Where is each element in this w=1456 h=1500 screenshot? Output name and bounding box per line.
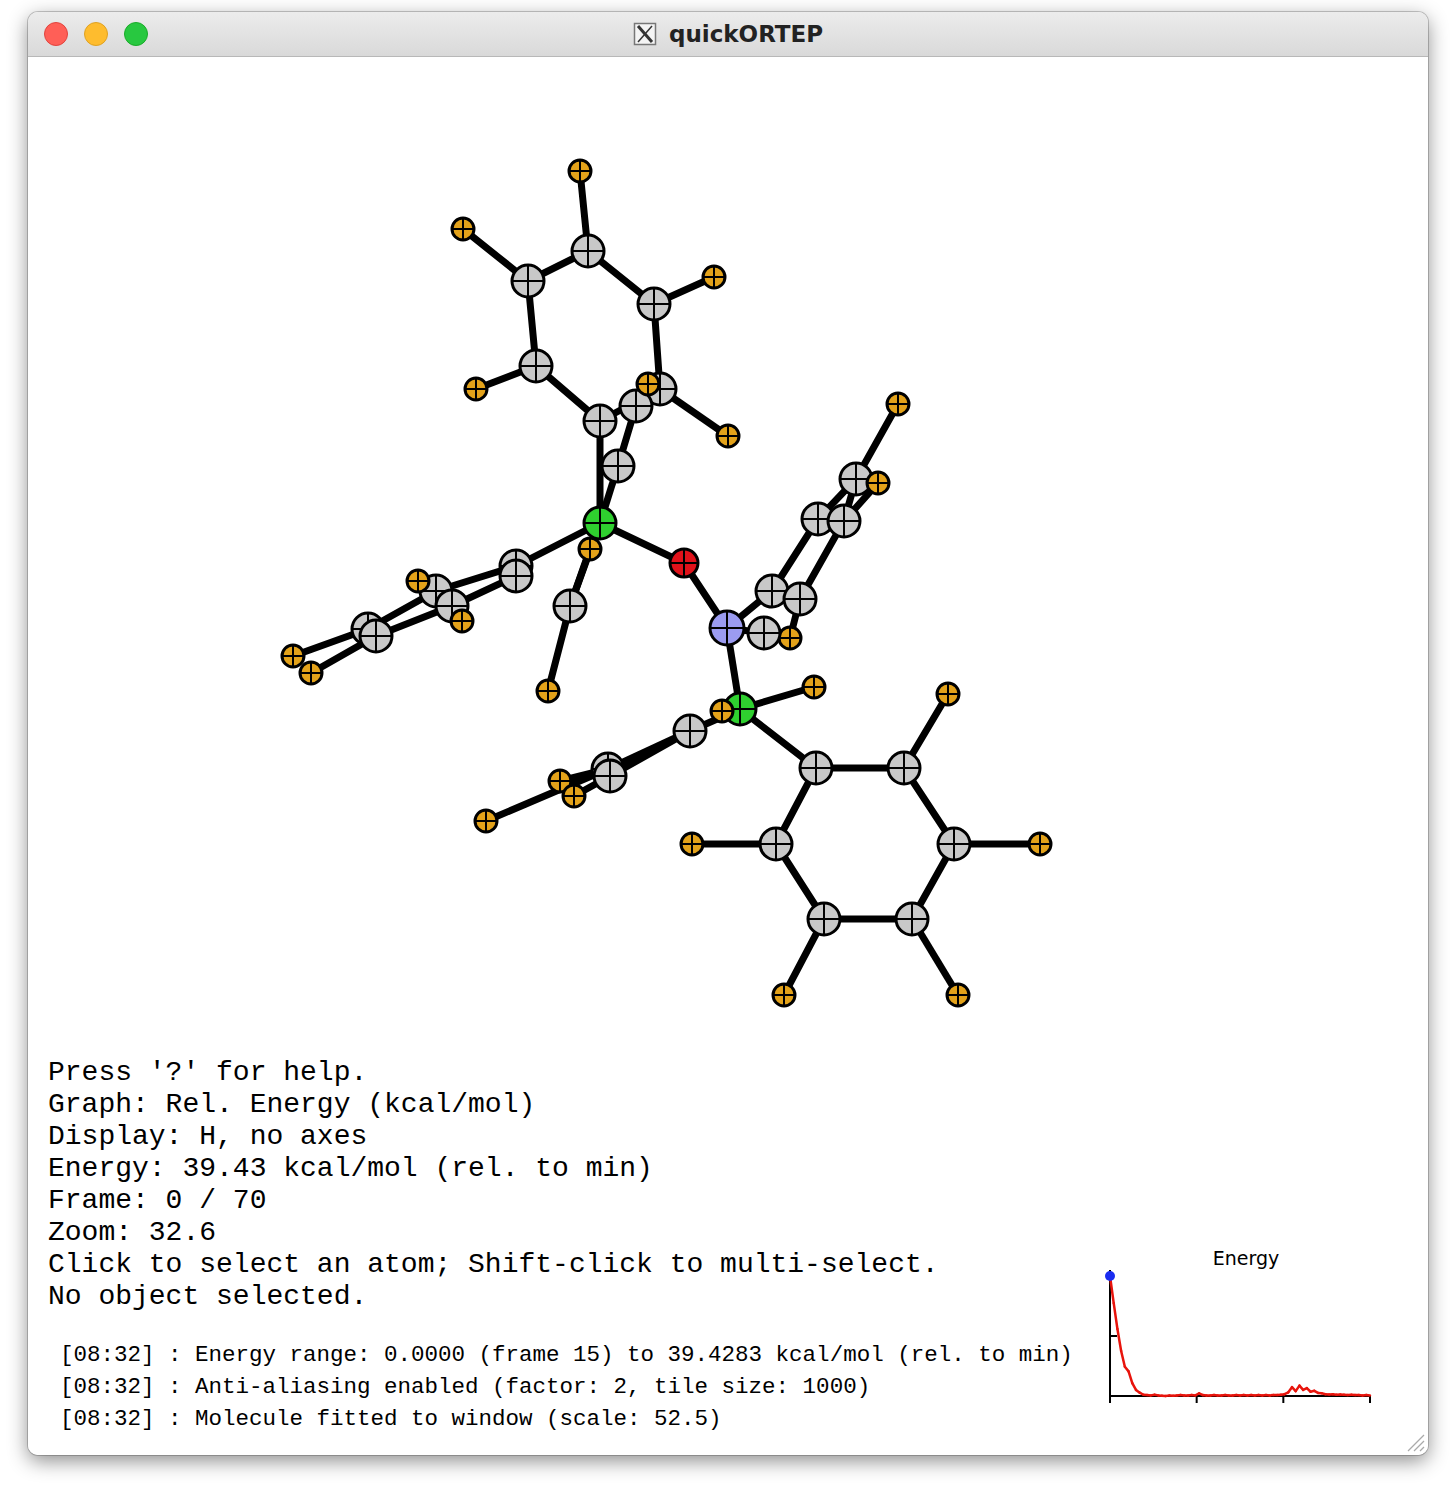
atom[interactable] bbox=[584, 507, 616, 539]
atom[interactable] bbox=[300, 662, 322, 684]
atom[interactable] bbox=[748, 617, 780, 649]
info-line: No object selected. bbox=[48, 1281, 1428, 1313]
graph-title: Energy bbox=[1213, 1247, 1280, 1269]
atom[interactable] bbox=[773, 984, 795, 1006]
window-controls bbox=[28, 22, 148, 46]
energy-segment bbox=[1366, 1394, 1370, 1397]
atom[interactable] bbox=[681, 833, 703, 855]
y-tick bbox=[1110, 1335, 1117, 1337]
atom[interactable] bbox=[637, 373, 659, 395]
energy-segment bbox=[1129, 1371, 1133, 1383]
atom[interactable] bbox=[674, 715, 706, 747]
log-line: [08:32] : Molecule fitted to window (sca… bbox=[60, 1403, 1428, 1435]
log-line: [08:32] : Anti-aliasing enabled (factor:… bbox=[60, 1371, 1428, 1403]
info-line: Zoom: 32.6 bbox=[48, 1217, 1428, 1249]
atom[interactable] bbox=[602, 450, 634, 482]
atom[interactable] bbox=[407, 570, 429, 592]
atom[interactable] bbox=[808, 903, 840, 935]
atom[interactable] bbox=[579, 538, 601, 560]
atom[interactable] bbox=[512, 265, 544, 297]
atom[interactable] bbox=[711, 700, 733, 722]
info-line: Graph: Rel. Energy (kcal/mol) bbox=[48, 1089, 1428, 1121]
atom[interactable] bbox=[452, 218, 474, 240]
atom[interactable] bbox=[584, 405, 616, 437]
bond bbox=[486, 769, 608, 821]
energy-segment bbox=[1117, 1329, 1121, 1351]
x-tick bbox=[1109, 1396, 1111, 1403]
atom[interactable] bbox=[520, 350, 552, 382]
close-button[interactable] bbox=[44, 22, 68, 46]
info-line: Energy: 39.43 kcal/mol (rel. to min) bbox=[48, 1153, 1428, 1185]
energy-segment bbox=[1114, 1303, 1118, 1329]
atom[interactable] bbox=[867, 472, 889, 494]
minimize-button[interactable] bbox=[84, 22, 108, 46]
atom[interactable] bbox=[888, 752, 920, 784]
atom[interactable] bbox=[638, 288, 670, 320]
desktop: quickORTEP Press '?' for help.Graph: Rel.… bbox=[0, 0, 1456, 1500]
atom[interactable] bbox=[703, 266, 725, 288]
x-tick bbox=[1369, 1396, 1371, 1403]
atom[interactable] bbox=[938, 828, 970, 860]
atom[interactable] bbox=[828, 505, 860, 537]
atom[interactable] bbox=[800, 752, 832, 784]
molecule-view[interactable] bbox=[28, 57, 1428, 1057]
resize-grip-icon[interactable] bbox=[1404, 1431, 1426, 1453]
x11-icon bbox=[633, 22, 657, 46]
title-bar[interactable]: quickORTEP bbox=[28, 12, 1428, 57]
atom[interactable] bbox=[710, 611, 744, 645]
atom[interactable] bbox=[569, 160, 591, 182]
atom[interactable] bbox=[937, 683, 959, 705]
energy-segment bbox=[1121, 1351, 1125, 1367]
atom[interactable] bbox=[784, 583, 816, 615]
atom[interactable] bbox=[717, 425, 739, 447]
atom[interactable] bbox=[947, 984, 969, 1006]
atom[interactable] bbox=[475, 810, 497, 832]
atom[interactable] bbox=[670, 549, 698, 577]
atom[interactable] bbox=[465, 378, 487, 400]
atom[interactable] bbox=[887, 393, 909, 415]
atom[interactable] bbox=[779, 627, 801, 649]
atom[interactable] bbox=[896, 903, 928, 935]
atom[interactable] bbox=[537, 680, 559, 702]
window-title: quickORTEP bbox=[28, 12, 1428, 56]
atom[interactable] bbox=[554, 590, 586, 622]
atom[interactable] bbox=[572, 235, 604, 267]
viewer-canvas[interactable]: Press '?' for help.Graph: Rel. Energy (k… bbox=[28, 57, 1428, 1455]
atom[interactable] bbox=[803, 676, 825, 698]
energy-graph[interactable]: Energy bbox=[1100, 1247, 1390, 1422]
log-panel: [08:32] : Energy range: 0.0000 (frame 15… bbox=[28, 1339, 1428, 1435]
atom[interactable] bbox=[1029, 833, 1051, 855]
atom[interactable] bbox=[360, 620, 392, 652]
atom[interactable] bbox=[563, 785, 585, 807]
current-frame-marker bbox=[1105, 1271, 1115, 1281]
info-panel: Press '?' for help.Graph: Rel. Energy (k… bbox=[28, 1057, 1428, 1313]
info-line: Frame: 0 / 70 bbox=[48, 1185, 1428, 1217]
atom[interactable] bbox=[282, 645, 304, 667]
info-line: Press '?' for help. bbox=[48, 1057, 1428, 1089]
x-tick bbox=[1282, 1396, 1284, 1403]
atom[interactable] bbox=[760, 828, 792, 860]
atom[interactable] bbox=[500, 560, 532, 592]
app-window: quickORTEP Press '?' for help.Graph: Rel.… bbox=[28, 12, 1428, 1455]
atom[interactable] bbox=[594, 760, 626, 792]
log-line: [08:32] : Energy range: 0.0000 (frame 15… bbox=[60, 1339, 1428, 1371]
x-axis bbox=[1110, 1395, 1370, 1397]
atom[interactable] bbox=[451, 610, 473, 632]
zoom-button[interactable] bbox=[124, 22, 148, 46]
x-tick bbox=[1196, 1396, 1198, 1403]
info-line: Display: H, no axes bbox=[48, 1121, 1428, 1153]
